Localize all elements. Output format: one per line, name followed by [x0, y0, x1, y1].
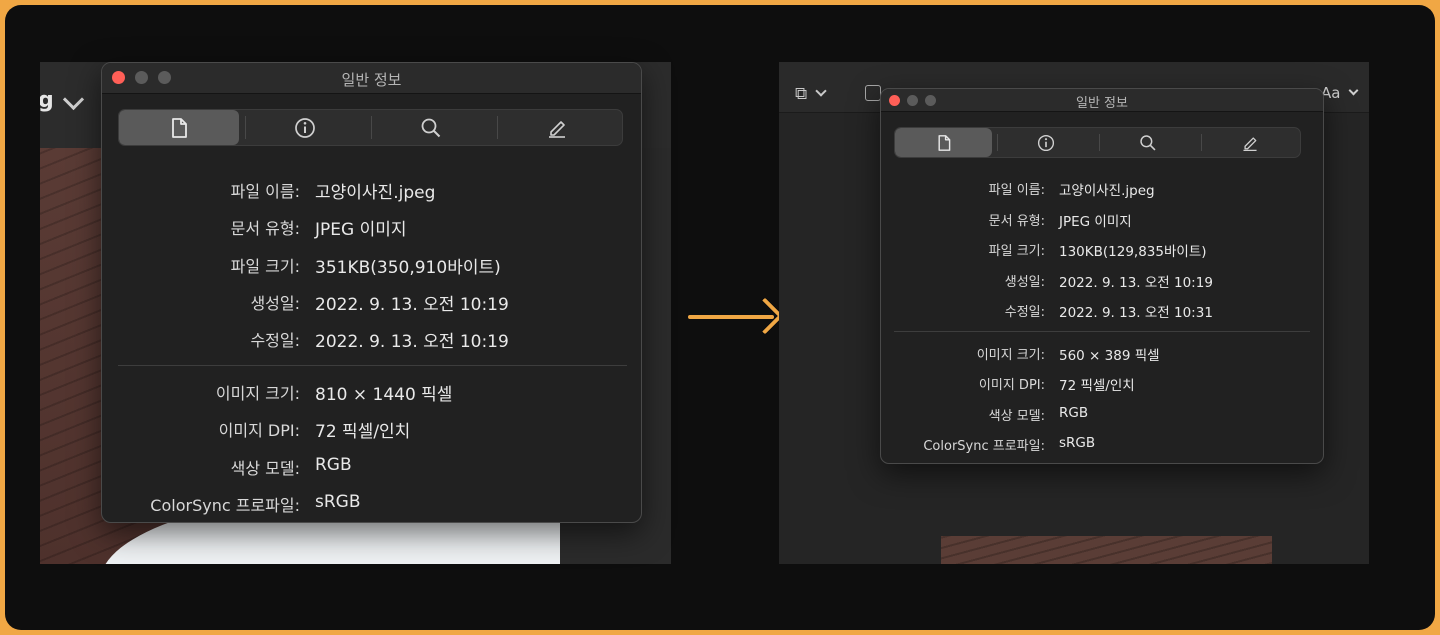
panel-title: 일반 정보 — [881, 92, 1323, 111]
shapes-icon[interactable]: ⧉ — [795, 84, 807, 104]
row-label: 파일 이름: — [102, 178, 300, 202]
text-box-icon[interactable] — [865, 85, 881, 101]
tab-annotate[interactable] — [497, 110, 617, 145]
left-info-panel: 일반 정보 파일 이름: 고양이사진.jpeg 문서 유형: JPEG 이미지 … — [101, 62, 642, 523]
pencil-icon — [546, 117, 568, 139]
tab-info[interactable] — [997, 128, 1094, 157]
row-label: 수정일: — [881, 301, 1045, 320]
right-tab-segment — [894, 127, 1301, 158]
row-label: 이미지 크기: — [102, 380, 300, 404]
row-label: 색상 모델: — [881, 405, 1045, 424]
panel-title: 일반 정보 — [102, 69, 641, 90]
tab-general[interactable] — [895, 128, 992, 157]
right-info-panel: 일반 정보 파일 이름: 고양이사진.jpeg 문서 유형: JPEG 이미지 … — [880, 88, 1324, 464]
tab-info[interactable] — [245, 110, 365, 145]
row-label: ColorSync 프로파일: — [102, 492, 300, 516]
search-icon — [1139, 134, 1157, 152]
row-label: 문서 유형: — [881, 210, 1045, 229]
row-value: 고양이사진.jpeg — [1059, 179, 1155, 199]
left-tab-segment — [118, 109, 623, 146]
tab-search[interactable] — [1099, 128, 1196, 157]
row-value: 560 × 389 픽셀 — [1059, 344, 1160, 364]
tab-search[interactable] — [371, 110, 491, 145]
row-label: 수정일: — [102, 327, 300, 351]
chevron-down-icon[interactable] — [1349, 86, 1359, 96]
row-value: 고양이사진.jpeg — [315, 178, 435, 203]
row-value: sRGB — [315, 492, 361, 512]
search-icon — [420, 117, 442, 139]
row-value: 72 픽셀/인치 — [1059, 374, 1135, 394]
row-value: 130KB(129,835바이트) — [1059, 240, 1207, 260]
row-label: 이미지 DPI: — [102, 417, 300, 441]
left-panel-titlebar: 일반 정보 — [102, 63, 641, 94]
row-label: 문서 유형: — [102, 215, 300, 239]
pencil-icon — [1241, 134, 1259, 152]
info-icon — [294, 117, 316, 139]
row-label: 이미지 크기: — [881, 344, 1045, 363]
tab-general[interactable] — [119, 110, 239, 145]
divider — [118, 365, 627, 366]
row-label: 파일 크기: — [102, 253, 300, 277]
row-value: 72 픽셀/인치 — [315, 417, 410, 442]
row-value: JPEG 이미지 — [1059, 210, 1132, 230]
row-label: 파일 이름: — [881, 179, 1045, 198]
row-label: 생성일: — [881, 271, 1045, 290]
row-label: 이미지 DPI: — [881, 374, 1045, 393]
row-value: 2022. 9. 13. 오전 10:19 — [315, 327, 509, 352]
document-icon — [936, 134, 952, 152]
row-value: 810 × 1440 픽셀 — [315, 380, 452, 405]
row-label: ColorSync 프로파일: — [881, 435, 1045, 454]
left-toolbar-text: g — [40, 88, 54, 113]
row-label: 생성일: — [102, 290, 300, 314]
row-label: 색상 모델: — [102, 455, 300, 479]
row-value: 2022. 9. 13. 오전 10:31 — [1059, 301, 1213, 321]
row-value: 351KB(350,910바이트) — [315, 253, 501, 278]
chevron-down-icon[interactable] — [815, 85, 826, 96]
document-icon — [169, 117, 189, 139]
chevron-down-icon[interactable] — [63, 89, 84, 110]
row-value: 2022. 9. 13. 오전 10:19 — [315, 290, 509, 315]
row-label: 파일 크기: — [881, 240, 1045, 259]
divider — [894, 331, 1310, 332]
info-icon — [1037, 134, 1055, 152]
row-value: 2022. 9. 13. 오전 10:19 — [1059, 271, 1213, 291]
row-value: JPEG 이미지 — [315, 215, 407, 240]
right-photo-thumbnail — [941, 536, 1272, 564]
right-panel-titlebar: 일반 정보 — [881, 89, 1323, 112]
row-value: RGB — [315, 455, 352, 475]
row-value: sRGB — [1059, 435, 1095, 451]
tab-annotate[interactable] — [1201, 128, 1298, 157]
row-value: RGB — [1059, 405, 1088, 421]
